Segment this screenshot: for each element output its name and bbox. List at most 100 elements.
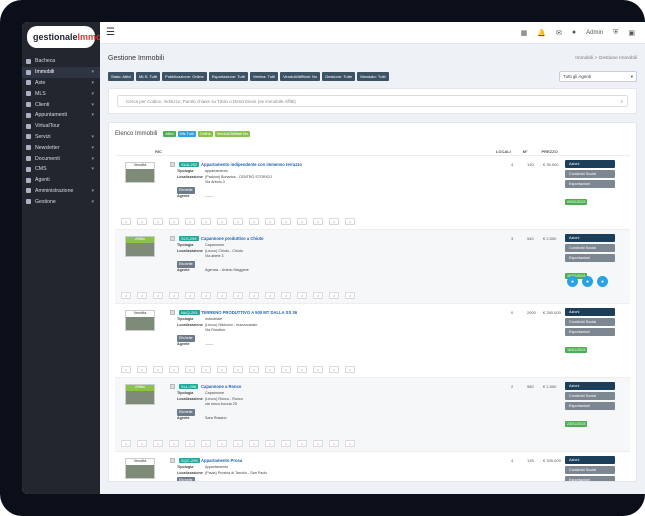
- calendar-icon[interactable]: •: [297, 440, 307, 447]
- gallery-check[interactable]: •: [217, 218, 227, 225]
- offline-toggle[interactable]: •: [121, 292, 131, 299]
- search-float-icon[interactable]: ●: [597, 276, 608, 287]
- link-icon[interactable]: •: [265, 366, 275, 373]
- edit-tool[interactable]: •: [137, 440, 147, 447]
- condividi-social-button[interactable]: Condividi Social: [565, 318, 615, 326]
- condividi-social-button[interactable]: Condividi Social: [565, 170, 615, 178]
- flag-icon[interactable]: •: [313, 218, 323, 225]
- user-avatar-icon[interactable]: ●: [572, 29, 576, 36]
- condividi-social-button[interactable]: Condividi Social: [565, 466, 615, 474]
- filter-chip[interactable]: Stato: Attivi: [108, 72, 135, 81]
- etichette-button[interactable]: Etichette: [177, 186, 195, 194]
- refresh-icon[interactable]: •: [281, 366, 291, 373]
- sidebar-item-aste[interactable]: Aste ▾: [22, 78, 100, 89]
- link-icon[interactable]: •: [265, 218, 275, 225]
- flag-icon[interactable]: •: [313, 292, 323, 299]
- euro-check[interactable]: •: [201, 440, 211, 447]
- shield-icon[interactable]: ⛨: [613, 29, 618, 37]
- filter-chip[interactable]: Vetrina: Tutti: [249, 72, 279, 81]
- etichette-button[interactable]: Etichette: [177, 334, 195, 342]
- photo-check[interactable]: •: [153, 292, 163, 299]
- notifications-icon[interactable]: 🔔: [537, 29, 546, 37]
- sidebar-item-clienti[interactable]: Clienti ▾: [22, 99, 100, 110]
- refresh-icon[interactable]: •: [281, 218, 291, 225]
- portal-check[interactable]: •: [169, 366, 179, 373]
- map-pin-check[interactable]: •: [185, 440, 195, 447]
- sidebar-item-bacheca[interactable]: Bacheca: [22, 56, 100, 67]
- property-thumbnail[interactable]: Affitto: [125, 384, 155, 405]
- quote-check[interactable]: •: [233, 292, 243, 299]
- map-pin-check[interactable]: •: [185, 218, 195, 225]
- link-icon[interactable]: •: [265, 292, 275, 299]
- filter-chip[interactable]: Venduti/Affittati: No: [280, 72, 321, 81]
- warning-icon[interactable]: •: [345, 218, 355, 225]
- azioni-button[interactable]: Azioni: [565, 234, 615, 242]
- sidebar-item-agenti[interactable]: Agenti: [22, 175, 100, 186]
- sidebar-item-gestione[interactable]: Gestione ▾: [22, 196, 100, 207]
- gallery-check[interactable]: •: [217, 366, 227, 373]
- offline-toggle[interactable]: •: [121, 366, 131, 373]
- filter-chip[interactable]: Pubblicazione: Online: [162, 72, 207, 81]
- filter-chip[interactable]: Esportazione: Tutti: [208, 72, 248, 81]
- esportazioni-button[interactable]: Esportazioni: [565, 328, 615, 336]
- breadcrumb-home[interactable]: Immobili: [575, 56, 593, 61]
- sidebar-item-amministrazione[interactable]: Amministrazione ▾: [22, 186, 100, 197]
- video-check[interactable]: •: [249, 440, 259, 447]
- photo-check[interactable]: •: [153, 366, 163, 373]
- calendar-icon[interactable]: •: [297, 366, 307, 373]
- sidebar-item-immobili[interactable]: Immobili ▾: [22, 66, 100, 78]
- refresh-icon[interactable]: •: [281, 440, 291, 447]
- views-icon[interactable]: •: [329, 218, 339, 225]
- quote-check[interactable]: •: [233, 440, 243, 447]
- property-title-link[interactable]: TERRENO PRODUTTIVO A 500 MT DALLA SS 36: [201, 310, 297, 315]
- property-title-link[interactable]: Appartamento indipendente con immenso te…: [201, 162, 302, 167]
- refresh-icon[interactable]: •: [281, 292, 291, 299]
- esportazioni-button[interactable]: Esportazioni: [565, 476, 615, 481]
- flag-icon[interactable]: •: [313, 440, 323, 447]
- views-icon[interactable]: •: [329, 440, 339, 447]
- edit-float-icon[interactable]: ●: [567, 276, 578, 287]
- photo-check[interactable]: •: [153, 440, 163, 447]
- azioni-button[interactable]: Azioni: [565, 160, 615, 168]
- euro-check[interactable]: •: [201, 366, 211, 373]
- sidebar-item-mls[interactable]: MLS ▾: [22, 88, 100, 99]
- azioni-button[interactable]: Azioni: [565, 456, 615, 464]
- filter-chip[interactable]: Mandato: Tutti: [357, 72, 389, 81]
- map-pin-check[interactable]: •: [185, 292, 195, 299]
- warning-icon[interactable]: •: [345, 292, 355, 299]
- map-pin-check[interactable]: •: [185, 366, 195, 373]
- flag-icon[interactable]: •: [313, 366, 323, 373]
- views-icon[interactable]: •: [329, 292, 339, 299]
- agent-select[interactable]: Tutti gli Agenti ▾: [559, 71, 637, 82]
- sidebar-item-appuntamenti[interactable]: Appuntamenti ▾: [22, 110, 100, 121]
- filter-chip[interactable]: MLS: Tutti: [136, 72, 161, 81]
- euro-check[interactable]: •: [201, 218, 211, 225]
- gallery-check[interactable]: •: [217, 440, 227, 447]
- quote-check[interactable]: •: [233, 218, 243, 225]
- property-thumbnail[interactable]: Vendita: [125, 458, 155, 479]
- link-icon[interactable]: •: [265, 440, 275, 447]
- property-title-link[interactable]: Capannone a Ronco: [201, 384, 241, 389]
- calendar-icon[interactable]: •: [297, 292, 307, 299]
- inbox-icon[interactable]: ✉: [556, 29, 562, 37]
- property-thumbnail[interactable]: Vendita: [125, 162, 155, 183]
- property-title-link[interactable]: Appartamento Prosa: [201, 458, 242, 463]
- sidebar-item-documenti[interactable]: Documenti ▾: [22, 153, 100, 164]
- edit-tool[interactable]: •: [137, 366, 147, 373]
- calendar-icon[interactable]: •: [297, 218, 307, 225]
- property-thumbnail[interactable]: Affitto: [125, 236, 155, 257]
- etichette-button[interactable]: Etichette: [177, 477, 195, 481]
- warning-icon[interactable]: •: [345, 440, 355, 447]
- chat-icon[interactable]: ▣: [628, 29, 635, 37]
- warning-icon[interactable]: •: [345, 366, 355, 373]
- row-checkbox[interactable]: [170, 310, 175, 315]
- search-icon[interactable]: ⌕: [620, 99, 623, 104]
- app-logo[interactable]: gestionale Immobili: [27, 26, 115, 48]
- condividi-social-button[interactable]: Condividi Social: [565, 392, 615, 400]
- video-check[interactable]: •: [249, 292, 259, 299]
- row-checkbox[interactable]: [170, 162, 175, 167]
- condividi-social-button[interactable]: Condividi Social: [565, 244, 615, 252]
- esportazioni-button[interactable]: Esportazioni: [565, 254, 615, 262]
- offline-toggle[interactable]: •: [121, 440, 131, 447]
- offline-toggle[interactable]: •: [121, 218, 131, 225]
